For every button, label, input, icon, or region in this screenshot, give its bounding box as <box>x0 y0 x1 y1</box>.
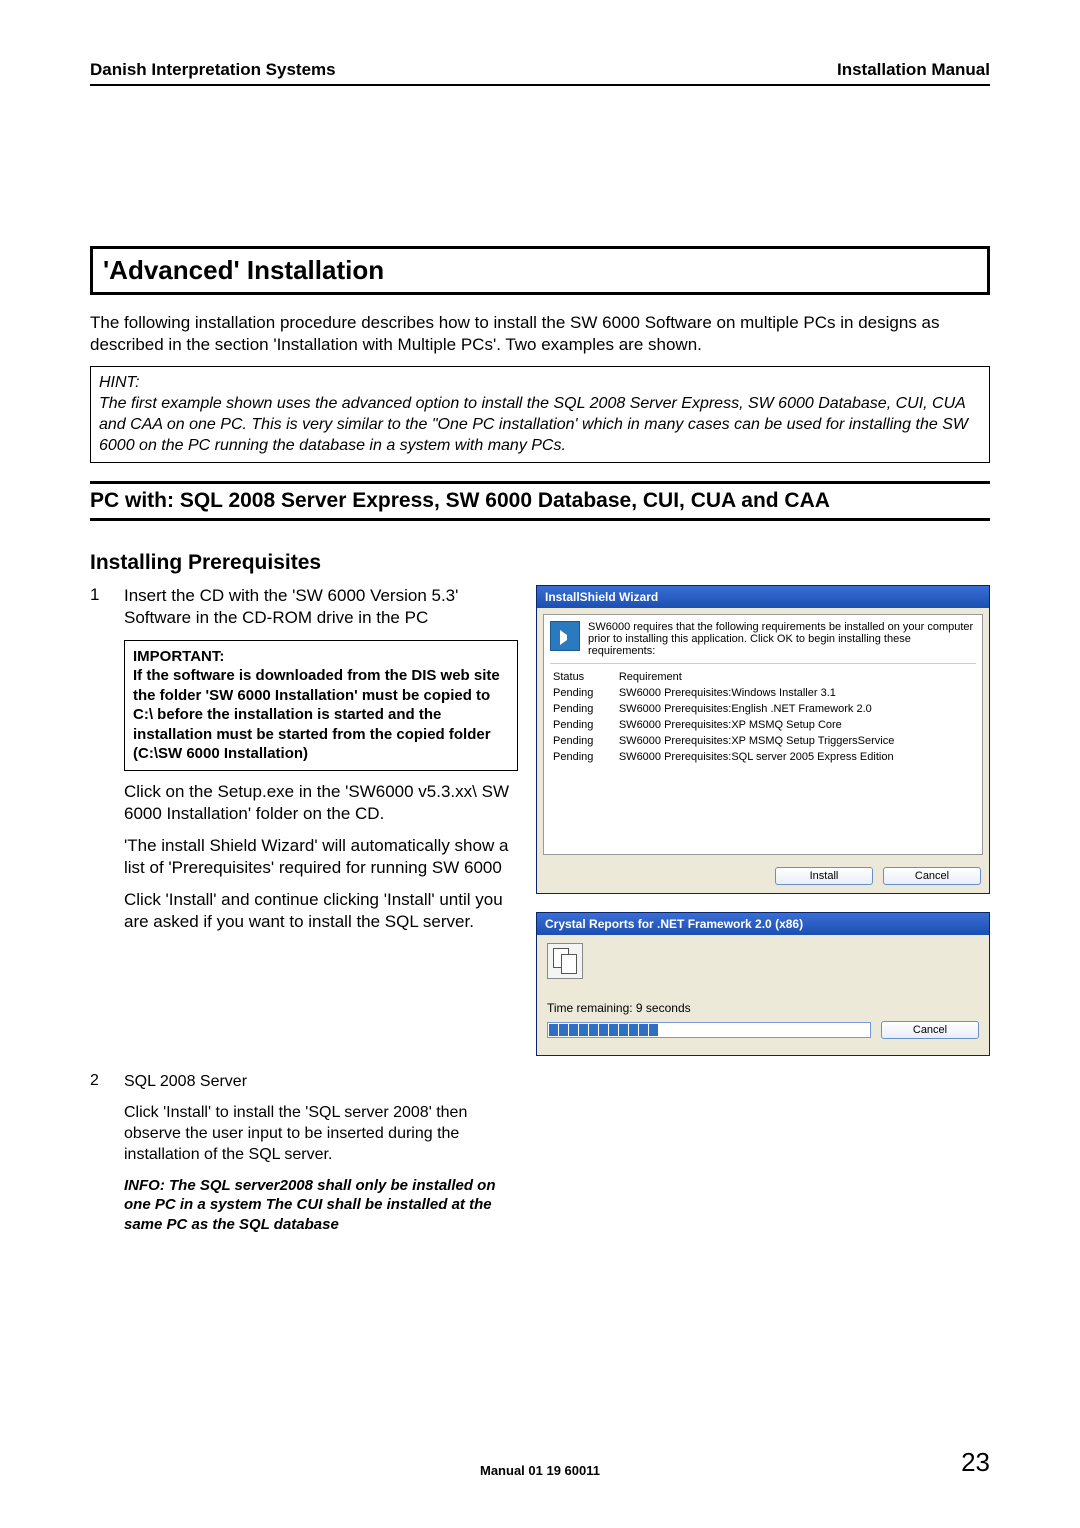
cancel-button[interactable]: Cancel <box>881 1021 979 1039</box>
page-header: Danish Interpretation Systems Installati… <box>90 60 990 86</box>
two-column-layout: 1 Insert the CD with the 'SW 6000 Versio… <box>90 585 990 1056</box>
sub-section-title-box: PC with: SQL 2008 Server Express, SW 600… <box>90 481 990 521</box>
step-1-p3: 'The install Shield Wizard' will automat… <box>124 835 518 879</box>
section-title-box: 'Advanced' Installation <box>90 246 990 295</box>
installer-icon <box>547 943 583 979</box>
step-1-p1: Insert the CD with the 'SW 6000 Version … <box>124 585 518 629</box>
step-1-p2: Click on the Setup.exe in the 'SW6000 v5… <box>124 781 518 825</box>
installshield-dialog: InstallShield Wizard SW6000 requires tha… <box>536 585 990 894</box>
dialog1-message-row: SW6000 requires that the following requi… <box>550 621 976 657</box>
manual-ref: Manual 01 19 60011 <box>90 1463 990 1478</box>
step-2: 2 SQL 2008 Server Click 'Install' to ins… <box>90 1072 990 1244</box>
step-2-info: INFO: The SQL server2008 shall only be i… <box>124 1176 514 1235</box>
dialog1-message: SW6000 requires that the following requi… <box>588 621 976 657</box>
dialog2-body: Time remaining: 9 seconds Cancel <box>537 935 989 1047</box>
requirement-table: Status Requirement PendingSW6000 Prerequ… <box>550 668 976 766</box>
header-right: Installation Manual <box>837 60 990 80</box>
right-column: InstallShield Wizard SW6000 requires tha… <box>536 585 990 1056</box>
crystal-reports-dialog: Crystal Reports for .NET Framework 2.0 (… <box>536 912 990 1056</box>
requirement-list: Status Requirement PendingSW6000 Prerequ… <box>550 663 976 848</box>
progress-bar <box>547 1022 871 1038</box>
step-content: SQL 2008 Server Click 'Install' to insta… <box>124 1072 514 1244</box>
important-box: IMPORTANT: If the software is downloaded… <box>124 640 518 771</box>
dialog1-body: SW6000 requires that the following requi… <box>543 614 983 855</box>
col-status: Status <box>552 670 616 684</box>
install-icon <box>550 621 580 651</box>
steps-list: 1 Insert the CD with the 'SW 6000 Versio… <box>90 585 518 943</box>
req-header-row: Status Requirement <box>552 670 974 684</box>
important-label: IMPORTANT: <box>133 647 509 667</box>
section-title: 'Advanced' Installation <box>103 255 977 286</box>
left-column: 1 Insert the CD with the 'SW 6000 Versio… <box>90 585 518 1056</box>
step-number: 1 <box>90 585 124 943</box>
step-2-p2: Click 'Install' to install the 'SQL serv… <box>124 1103 514 1165</box>
req-row: PendingSW6000 Prerequisites:Windows Inst… <box>552 686 974 700</box>
important-text: If the software is downloaded from the D… <box>133 666 509 764</box>
page: Danish Interpretation Systems Installati… <box>0 0 1080 1528</box>
hint-box: HINT: The first example shown uses the a… <box>90 366 990 463</box>
step-1-p4: Click 'Install' and continue clicking 'I… <box>124 889 518 933</box>
steps-list-continued: 2 SQL 2008 Server Click 'Install' to ins… <box>90 1072 990 1244</box>
intro-paragraph: The following installation procedure des… <box>90 312 990 356</box>
req-row: PendingSW6000 Prerequisites:English .NET… <box>552 702 974 716</box>
req-row: PendingSW6000 Prerequisites:XP MSMQ Setu… <box>552 718 974 732</box>
page-footer: Manual 01 19 60011 23 <box>90 1447 990 1478</box>
step-content: Insert the CD with the 'SW 6000 Version … <box>124 585 518 943</box>
dialog2-titlebar: Crystal Reports for .NET Framework 2.0 (… <box>537 913 989 935</box>
col-requirement: Requirement <box>618 670 974 684</box>
header-left: Danish Interpretation Systems <box>90 60 336 80</box>
sub-section-title: PC with: SQL 2008 Server Express, SW 600… <box>90 489 990 513</box>
dialog1-buttons: Install Cancel <box>537 861 989 893</box>
dialog1-titlebar: InstallShield Wizard <box>537 586 989 608</box>
install-button[interactable]: Install <box>775 867 873 885</box>
step-2-p1: SQL 2008 Server <box>124 1072 514 1093</box>
step-number: 2 <box>90 1072 124 1244</box>
sub-heading: Installing Prerequisites <box>90 551 990 575</box>
time-remaining: Time remaining: 9 seconds <box>547 1001 979 1015</box>
progress-row: Cancel <box>547 1021 979 1039</box>
cancel-button[interactable]: Cancel <box>883 867 981 885</box>
hint-text: The first example shown uses the advance… <box>99 394 981 456</box>
step-1: 1 Insert the CD with the 'SW 6000 Versio… <box>90 585 518 943</box>
req-row: PendingSW6000 Prerequisites:SQL server 2… <box>552 750 974 764</box>
req-row: PendingSW6000 Prerequisites:XP MSMQ Setu… <box>552 734 974 748</box>
hint-label: HINT: <box>99 373 981 394</box>
